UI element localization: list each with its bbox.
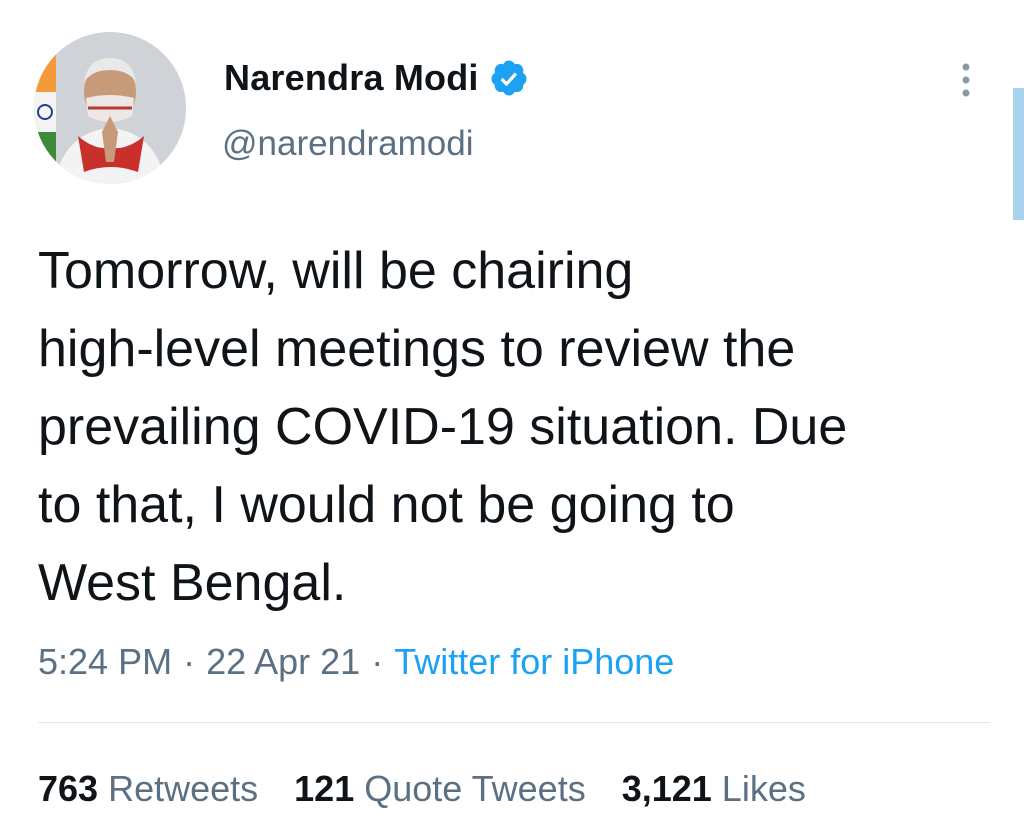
retweets-label: Retweets [108, 768, 259, 809]
quote-tweets-stat[interactable]: 121 Quote Tweets [294, 768, 586, 810]
separator-dot: · [183, 641, 196, 682]
more-vertical-icon[interactable] [954, 60, 978, 100]
likes-label: Likes [721, 768, 806, 809]
quote-tweets-count: 121 [294, 768, 355, 809]
separator-dot: · [371, 641, 384, 682]
tweet-time[interactable]: 5:24 PM [38, 641, 172, 683]
likes-stat[interactable]: 3,121 Likes [622, 768, 806, 810]
retweets-count: 763 [38, 768, 99, 809]
avatar[interactable] [34, 32, 186, 184]
tweet-source-link[interactable]: Twitter for iPhone [394, 641, 674, 683]
tweet-stats: 763 Retweets 121 Quote Tweets 3,121 Like… [38, 766, 842, 812]
tweet-detail: Narendra Modi @narendramodi Tomorrow, wi… [0, 0, 1024, 829]
avatar-image [34, 32, 186, 184]
retweets-stat[interactable]: 763 Retweets [38, 768, 258, 810]
author-name-row: Narendra Modi [224, 55, 529, 101]
display-name[interactable]: Narendra Modi [224, 57, 479, 99]
tweet-text: Tomorrow, will be chairing high-level me… [38, 242, 848, 612]
verified-badge-icon [489, 58, 529, 98]
likes-count: 3,121 [621, 768, 712, 809]
quote-tweets-label: Quote Tweets [364, 768, 586, 809]
tweet-date[interactable]: 22 Apr 21 [206, 641, 360, 683]
author-handle[interactable]: @narendramodi [222, 124, 474, 164]
scrollbar[interactable] [1013, 88, 1024, 220]
divider [38, 722, 990, 723]
tweet-metadata: 5:24 PM · 22 Apr 21 · Twitter for iPhone [38, 639, 674, 685]
